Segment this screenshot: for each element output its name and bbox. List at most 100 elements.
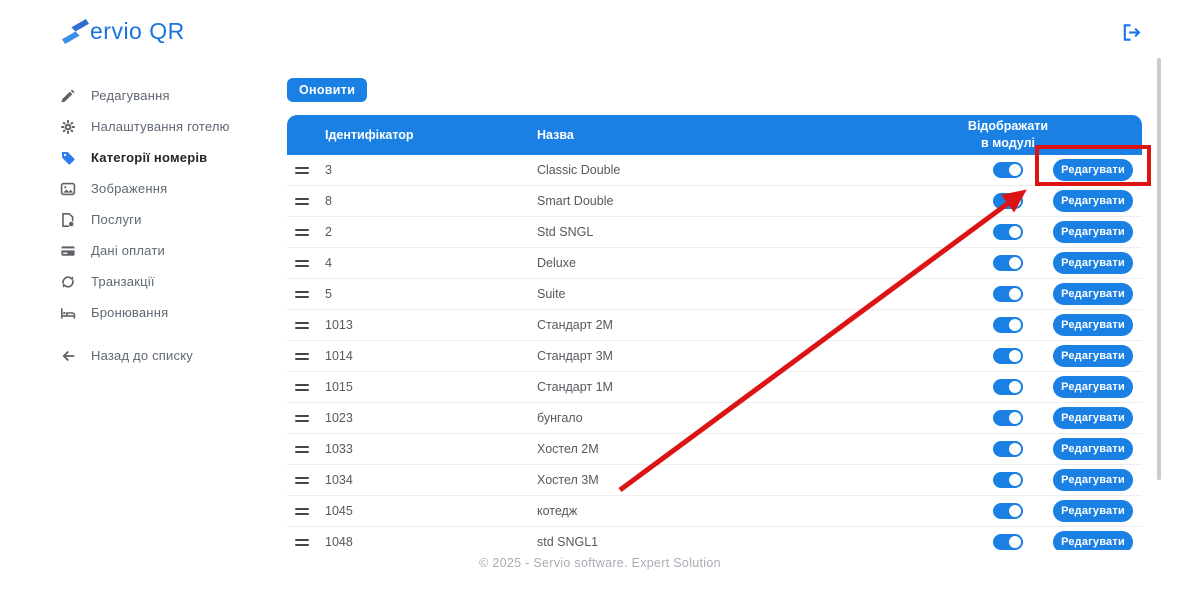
display-toggle[interactable] (993, 224, 1023, 240)
row-id: 1023 (325, 411, 353, 425)
drag-handle-icon[interactable] (295, 352, 309, 360)
table-row: 3 Classic Double Редагувати (287, 155, 1142, 186)
edit-button[interactable]: Редагувати (1053, 376, 1133, 398)
display-toggle[interactable] (993, 255, 1023, 271)
row-id: 1034 (325, 473, 353, 487)
table-row: 1048 std SNGL1 Редагувати (287, 527, 1142, 550)
display-toggle[interactable] (993, 193, 1023, 209)
edit-button[interactable]: Редагувати (1053, 531, 1133, 550)
pencil-icon (60, 88, 76, 104)
sidebar-item-transactions[interactable]: Транзакції (60, 266, 270, 297)
sidebar-item-label: Транзакції (91, 274, 155, 289)
row-name: Стандарт 1М (537, 380, 613, 394)
row-name: Стандарт 3М (537, 349, 613, 363)
gear-icon (60, 119, 76, 135)
sidebar-item-room-categories[interactable]: Категорії номерів (60, 142, 270, 173)
sidebar-item-images[interactable]: Зображення (60, 173, 270, 204)
display-toggle[interactable] (993, 534, 1023, 550)
edit-button[interactable]: Редагувати (1053, 469, 1133, 491)
header-display-line2: в модулі (981, 136, 1035, 150)
drag-handle-icon[interactable] (295, 383, 309, 391)
row-id: 5 (325, 287, 332, 301)
display-toggle[interactable] (993, 379, 1023, 395)
drag-handle-icon[interactable] (295, 228, 309, 236)
sidebar-item-label: Категорії номерів (91, 150, 208, 165)
display-toggle[interactable] (993, 348, 1023, 364)
row-name: бунгало (537, 411, 583, 425)
logout-button[interactable] (1121, 22, 1142, 43)
sidebar: Редагування Налаштування готелю Категорі… (60, 80, 270, 371)
table-row: 1014 Стандарт 3М Редагувати (287, 341, 1142, 372)
payment-card-icon (60, 243, 76, 259)
sidebar-item-editing[interactable]: Редагування (60, 80, 270, 111)
row-name: Deluxe (537, 256, 576, 270)
row-id: 1013 (325, 318, 353, 332)
row-name: Хостел 2М (537, 442, 599, 456)
table-row: 1034 Хостел 3М Редагувати (287, 465, 1142, 496)
row-name: Std SNGL (537, 225, 594, 239)
drag-handle-icon[interactable] (295, 507, 309, 515)
vertical-scrollbar[interactable] (1157, 58, 1161, 480)
drag-handle-icon[interactable] (295, 290, 309, 298)
row-id: 1045 (325, 504, 353, 518)
drag-handle-icon[interactable] (295, 259, 309, 267)
edit-button[interactable]: Редагувати (1053, 345, 1133, 367)
app-window: ervio QR Редагування Налаштування готелю… (0, 0, 1200, 589)
drag-handle-icon[interactable] (295, 476, 309, 484)
display-toggle[interactable] (993, 162, 1023, 178)
row-id: 3 (325, 163, 332, 177)
sidebar-item-label: Назад до списку (91, 348, 193, 363)
app-logo: ervio QR (62, 18, 185, 45)
sidebar-back-link[interactable]: Назад до списку (60, 340, 270, 371)
refresh-button[interactable]: Оновити (287, 78, 368, 102)
display-toggle[interactable] (993, 503, 1023, 519)
table-row: 1045 котедж Редагувати (287, 496, 1142, 527)
edit-button[interactable]: Редагувати (1053, 438, 1133, 460)
drag-handle-icon[interactable] (295, 166, 309, 174)
drag-handle-icon[interactable] (295, 414, 309, 422)
display-toggle[interactable] (993, 472, 1023, 488)
table-row: 1023 бунгало Редагувати (287, 403, 1142, 434)
row-name: Стандарт 2М (537, 318, 613, 332)
logout-icon (1121, 22, 1142, 43)
room-categories-table: Ідентифікатор Назва Відображати в модулі… (287, 115, 1142, 550)
tag-icon (60, 150, 76, 166)
edit-button[interactable]: Редагувати (1053, 500, 1133, 522)
edit-button[interactable]: Редагувати (1053, 283, 1133, 305)
table-row: 2 Std SNGL Редагувати (287, 217, 1142, 248)
row-id: 1015 (325, 380, 353, 394)
display-toggle[interactable] (993, 317, 1023, 333)
display-toggle[interactable] (993, 286, 1023, 302)
edit-button[interactable]: Редагувати (1053, 252, 1133, 274)
table-row: 4 Deluxe Редагувати (287, 248, 1142, 279)
row-id: 1014 (325, 349, 353, 363)
edit-button[interactable]: Редагувати (1053, 407, 1133, 429)
footer-copyright: © 2025 - Servio software. Expert Solutio… (479, 556, 721, 570)
sidebar-item-bookings[interactable]: Бронювання (60, 297, 270, 328)
display-toggle[interactable] (993, 441, 1023, 457)
back-arrow-icon (60, 348, 76, 364)
drag-handle-icon[interactable] (295, 445, 309, 453)
sidebar-item-label: Послуги (91, 212, 142, 227)
table-row: 1015 Стандарт 1М Редагувати (287, 372, 1142, 403)
servio-s-logo-icon (62, 18, 89, 45)
table-row: 5 Suite Редагувати (287, 279, 1142, 310)
header-display-in-module: Відображати в модулі (962, 118, 1054, 152)
sidebar-item-hotel-settings[interactable]: Налаштування готелю (60, 111, 270, 142)
edit-button[interactable]: Редагувати (1053, 190, 1133, 212)
sidebar-item-label: Дані оплати (91, 243, 165, 258)
sidebar-item-payment-data[interactable]: Дані оплати (60, 235, 270, 266)
edit-button[interactable]: Редагувати (1053, 314, 1133, 336)
row-id: 8 (325, 194, 332, 208)
drag-handle-icon[interactable] (295, 538, 309, 546)
drag-handle-icon[interactable] (295, 321, 309, 329)
edit-button[interactable]: Редагувати (1053, 159, 1133, 181)
sidebar-item-services[interactable]: Послуги (60, 204, 270, 235)
sidebar-item-label: Редагування (91, 88, 170, 103)
drag-handle-icon[interactable] (295, 197, 309, 205)
row-id: 4 (325, 256, 332, 270)
edit-button[interactable]: Редагувати (1053, 221, 1133, 243)
display-toggle[interactable] (993, 410, 1023, 426)
row-name: Smart Double (537, 194, 614, 208)
header-name: Назва (537, 128, 574, 142)
